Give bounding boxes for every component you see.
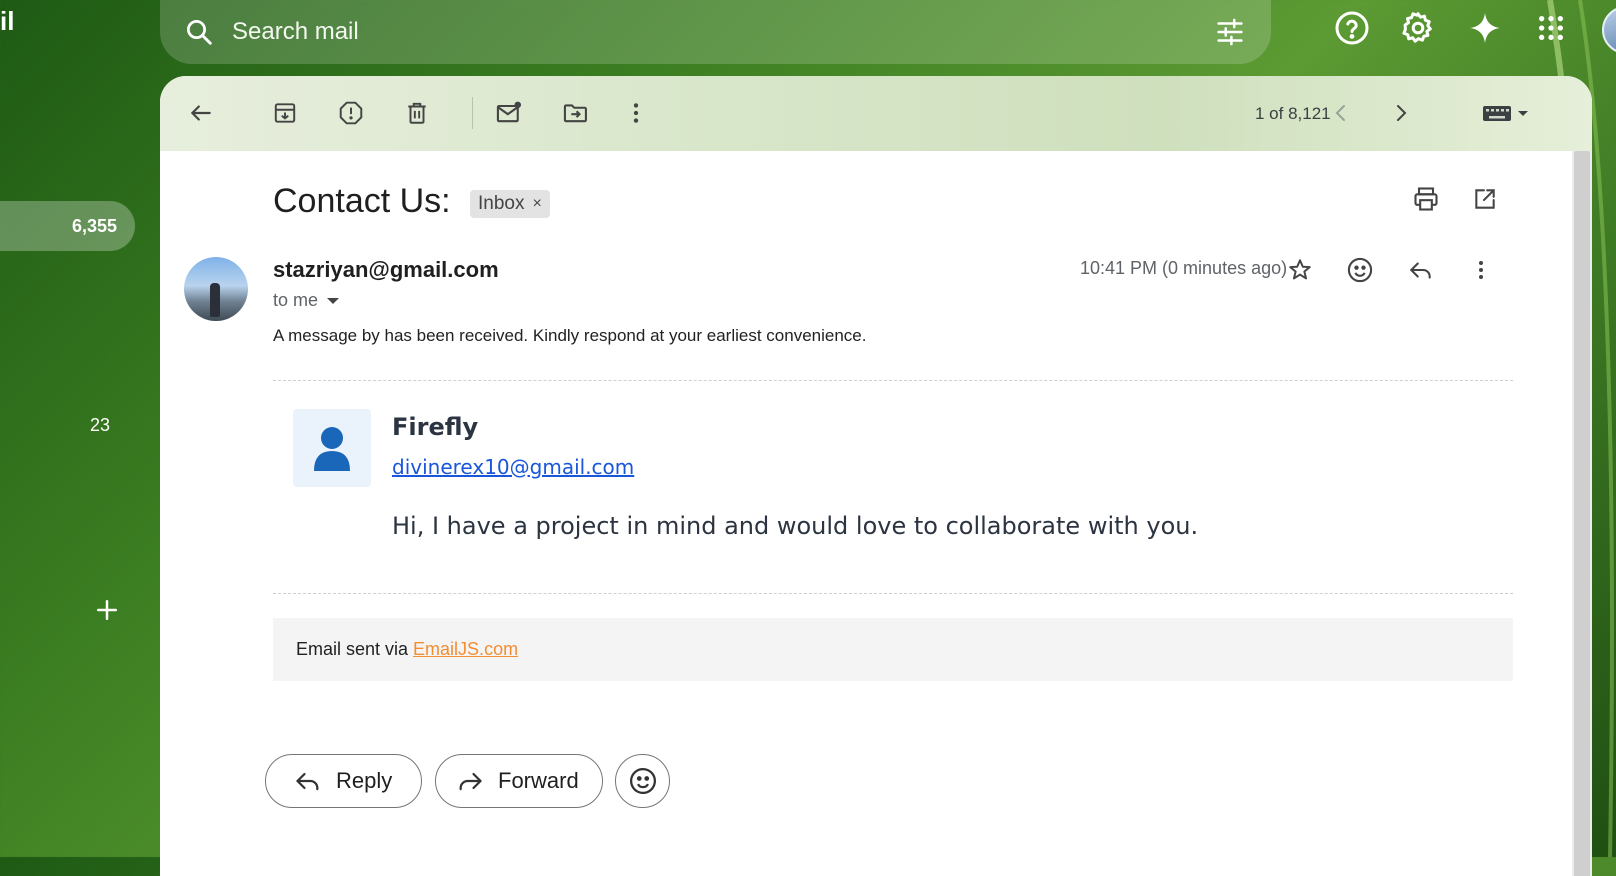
footer-prefix: Email sent via xyxy=(296,639,414,659)
filter-options-icon[interactable] xyxy=(1213,15,1247,49)
reply-button-label: Reply xyxy=(336,768,393,793)
emoji-react-button[interactable] xyxy=(615,754,670,808)
email-subject: Contact Us: xyxy=(273,182,451,220)
message-body: Hi, I have a project in mind and would l… xyxy=(392,512,1199,540)
delete-icon[interactable] xyxy=(396,92,438,134)
email-view: 1 of 8,121 Contact Us: Inbox × stazriyan… xyxy=(160,76,1592,876)
reply-icon xyxy=(294,767,322,795)
archive-icon[interactable] xyxy=(264,92,306,134)
nav-item-count[interactable]: 23 xyxy=(90,415,110,436)
more-vert-icon[interactable] xyxy=(615,92,657,134)
plus-icon[interactable] xyxy=(92,595,122,625)
divider xyxy=(273,380,1513,381)
email-timestamp: 10:41 PM (0 minutes ago) xyxy=(1080,258,1288,278)
move-to-icon[interactable] xyxy=(555,92,597,134)
sender-avatar[interactable] xyxy=(184,257,248,321)
apps-grid-icon[interactable] xyxy=(1531,8,1571,48)
label-chip-inbox: Inbox × xyxy=(470,190,550,218)
chevron-down-icon[interactable] xyxy=(326,296,340,306)
search-input[interactable] xyxy=(230,17,1213,47)
emailjs-link[interactable]: EmailJS.com xyxy=(413,639,518,659)
back-arrow-icon[interactable] xyxy=(180,92,222,134)
chevron-right-icon[interactable] xyxy=(1380,92,1422,134)
star-icon[interactable] xyxy=(1280,250,1320,290)
footer-text: Email sent via EmailJS.com xyxy=(296,639,518,660)
keyboard-icon[interactable] xyxy=(1482,98,1552,128)
chevron-left-icon[interactable] xyxy=(1320,92,1362,134)
scrollbar-thumb[interactable] xyxy=(1574,151,1590,876)
settings-gear-icon[interactable] xyxy=(1398,8,1438,48)
email-footer: Email sent via EmailJS.com xyxy=(273,618,1513,681)
help-icon[interactable] xyxy=(1332,8,1372,48)
report-spam-icon[interactable] xyxy=(330,92,372,134)
toolbar-divider xyxy=(472,97,473,129)
print-icon[interactable] xyxy=(1406,179,1446,219)
person-icon xyxy=(293,409,371,487)
emoji-icon xyxy=(629,768,656,794)
divider xyxy=(273,593,1513,594)
reply-icon[interactable] xyxy=(1401,250,1441,290)
search-bar[interactable] xyxy=(160,0,1271,64)
label-chip-text: Inbox xyxy=(478,193,525,214)
email-toolbar: 1 of 8,121 xyxy=(160,76,1592,151)
remove-label-icon[interactable]: × xyxy=(532,195,541,213)
mark-unread-icon[interactable] xyxy=(488,92,530,134)
account-avatar[interactable] xyxy=(1602,6,1616,54)
forward-button-label: Forward xyxy=(498,768,579,793)
forward-icon xyxy=(456,767,484,795)
scrollbar[interactable] xyxy=(1572,151,1592,876)
contact-email-link[interactable]: divinerex10@gmail.com xyxy=(392,455,634,479)
sender-email[interactable]: stazriyan@gmail.com xyxy=(273,257,499,283)
recipient-toggle[interactable]: to me xyxy=(273,290,340,311)
emoji-icon[interactable] xyxy=(1340,250,1380,290)
app-logo[interactable]: il xyxy=(0,6,14,37)
contact-name: Firefly xyxy=(392,413,479,441)
reply-button[interactable]: Reply xyxy=(265,754,422,808)
nav-item-inbox-count[interactable]: 6,355 xyxy=(0,201,135,251)
email-snippet: A message by has been received. Kindly r… xyxy=(273,326,867,345)
gemini-sparkle-icon[interactable] xyxy=(1465,8,1505,48)
open-new-window-icon[interactable] xyxy=(1465,179,1505,219)
more-vert-icon[interactable] xyxy=(1461,250,1501,290)
search-icon[interactable] xyxy=(184,17,214,47)
forward-button[interactable]: Forward xyxy=(435,754,603,808)
recipient-text: to me xyxy=(273,290,319,310)
